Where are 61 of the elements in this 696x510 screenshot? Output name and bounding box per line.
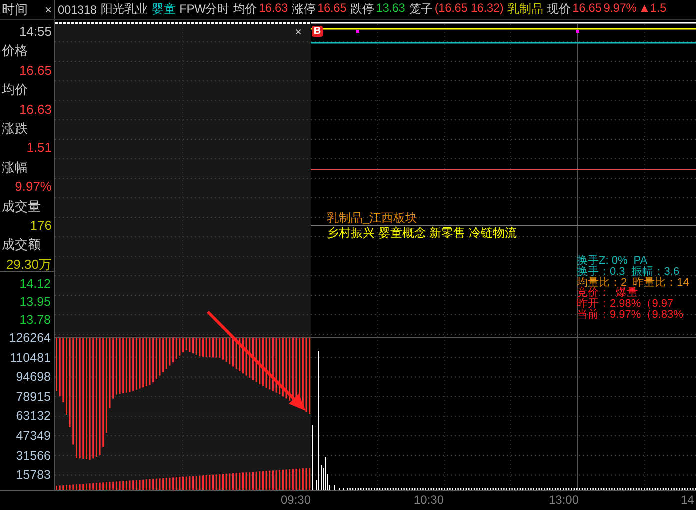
field-value: 16.63 bbox=[18, 100, 52, 119]
stat-text: 振幅：3.6 bbox=[631, 266, 680, 278]
concept-tags: 乡村振兴 婴童概念 新零售 冷链物流 bbox=[327, 225, 518, 242]
quote-label: 笼子 bbox=[409, 1, 433, 18]
stock-code: 001318 bbox=[58, 2, 97, 16]
volume-axis-label: 15783 bbox=[15, 467, 51, 484]
sector-label: 乳制品_江西板块 bbox=[327, 210, 418, 226]
column-title: 时间 bbox=[2, 0, 28, 18]
stat-text: 换手Z: 0% bbox=[577, 256, 628, 267]
field-label: 涨跌 bbox=[2, 120, 29, 138]
close-button[interactable]: × bbox=[44, 2, 52, 16]
field-label: 价格 bbox=[2, 42, 29, 60]
field-value: 1.51 bbox=[26, 139, 52, 158]
field-label: 涨幅 bbox=[2, 158, 29, 177]
time-axis-label: 13:00 bbox=[549, 493, 580, 507]
stat-text: 换手：0.3 bbox=[577, 266, 626, 278]
stat-text: 昨量比：14 bbox=[633, 278, 690, 288]
field-label: 均价 bbox=[2, 81, 29, 100]
close-button[interactable]: × bbox=[295, 25, 302, 39]
volume-axis-label: 63132 bbox=[15, 408, 51, 426]
stat-text: PA bbox=[634, 256, 648, 267]
price-axis-label: 13.78 bbox=[18, 312, 51, 329]
stock-tag[interactable]: 婴童 bbox=[152, 1, 176, 18]
quote-value: 9.97% bbox=[604, 1, 637, 17]
field-value: 9.97% bbox=[14, 178, 52, 196]
quote-value: ▲1.5 bbox=[638, 1, 666, 17]
quote-label: 涨停 bbox=[292, 1, 316, 18]
field-value: 29.30万 bbox=[5, 256, 52, 274]
quote-value: 16.65 bbox=[318, 1, 347, 17]
volume-axis-label: 94698 bbox=[15, 369, 51, 386]
stat-text: 竞价： bbox=[577, 288, 610, 300]
time-axis-label: 14 bbox=[681, 493, 694, 507]
stat-text: 均量比：2 bbox=[577, 278, 628, 288]
price-axis-label: 14.12 bbox=[18, 276, 51, 293]
quote-value: 16.65 bbox=[572, 1, 602, 17]
volume-axis-label: 47349 bbox=[15, 428, 51, 445]
chart-mode: FPW分时 bbox=[180, 1, 230, 18]
quote-label: 均价 bbox=[233, 1, 257, 18]
volume-axis-label: 110481 bbox=[9, 350, 51, 367]
volume-axis-label: 78915 bbox=[15, 388, 51, 406]
quote-value: 13.63 bbox=[376, 1, 406, 17]
stat-text: 当前：9.97%（9.83% bbox=[577, 310, 684, 321]
stat-text: 爆量 bbox=[616, 288, 638, 300]
volume-axis-label: 31566 bbox=[15, 448, 51, 465]
sector-label[interactable]: 乳制品 bbox=[508, 1, 544, 18]
time-axis-label: 10:30 bbox=[414, 493, 444, 507]
quote-value: (16.65 16.32) bbox=[434, 1, 504, 17]
field-label: 成交额 bbox=[2, 236, 42, 254]
volume-axis-label: 126264 bbox=[8, 330, 51, 347]
field-value: 176 bbox=[29, 216, 52, 235]
quote-label: 现价 bbox=[547, 1, 571, 18]
stock-name: 阳光乳业 bbox=[100, 1, 148, 18]
stat-text: 昨开：2.98%（9.97 bbox=[577, 299, 674, 310]
field-label: 成交量 bbox=[2, 198, 42, 216]
time-axis-label: 09:30 bbox=[281, 493, 312, 507]
quote-label: 跌停 bbox=[350, 1, 374, 18]
field-value: 16.65 bbox=[18, 62, 52, 80]
price-axis-label: 13.95 bbox=[18, 294, 51, 311]
quote-value: 16.63 bbox=[258, 1, 288, 17]
time-value: 14:55 bbox=[18, 23, 52, 41]
buy-marker: B bbox=[312, 26, 323, 37]
